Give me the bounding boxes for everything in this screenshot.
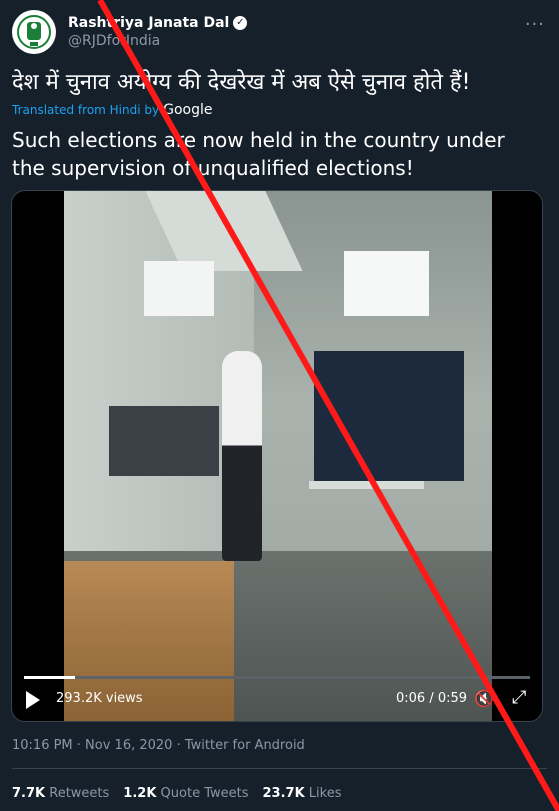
likes-stat[interactable]: 23.7K Likes [263, 786, 342, 801]
translation-attribution[interactable]: Translated from Hindi by Google [12, 102, 212, 118]
play-icon[interactable] [26, 691, 40, 709]
mute-icon[interactable]: 🔇 [474, 689, 494, 708]
video-views: 293.2K views [56, 691, 143, 706]
avatar[interactable] [12, 10, 56, 54]
quotes-stat[interactable]: 1.2K Quote Tweets [123, 786, 248, 801]
tweet-translated-text: Such elections are now held in the count… [12, 128, 505, 180]
translated-label: Translated from Hindi by [12, 103, 160, 117]
retweets-stat[interactable]: 7.7K Retweets [12, 786, 109, 801]
divider [12, 768, 547, 769]
tweet-meta: 10:16 PM · Nov 16, 2020 · Twitter for An… [12, 738, 305, 753]
translator-name: Google [163, 102, 213, 118]
video-time: 0:06 / 0:59 [396, 691, 468, 706]
verified-badge-icon: ✓ [233, 16, 248, 30]
account-handle[interactable]: @RJDforIndia [68, 32, 247, 50]
tweet-stats: 7.7K Retweets 1.2K Quote Tweets 23.7K Li… [12, 786, 342, 801]
display-name[interactable]: Rashtriya Janata Dal [68, 14, 229, 32]
video-player[interactable]: 293.2K views 0:06 / 0:59 🔇 ⤢ [11, 190, 543, 722]
fullscreen-icon[interactable]: ⤢ [512, 687, 526, 708]
party-logo-icon [14, 12, 54, 52]
video-progress-fill [24, 676, 75, 679]
video-frame [64, 191, 492, 721]
tweet-original-text: देश में चुनाव अयोग्य की देखरेख में अब ऐस… [12, 70, 471, 95]
video-progress-bar[interactable] [24, 676, 530, 679]
more-options-icon[interactable]: ··· [525, 14, 545, 35]
tweet-header: Rashtriya Janata Dal ✓ @RJDforIndia ··· [12, 10, 547, 54]
